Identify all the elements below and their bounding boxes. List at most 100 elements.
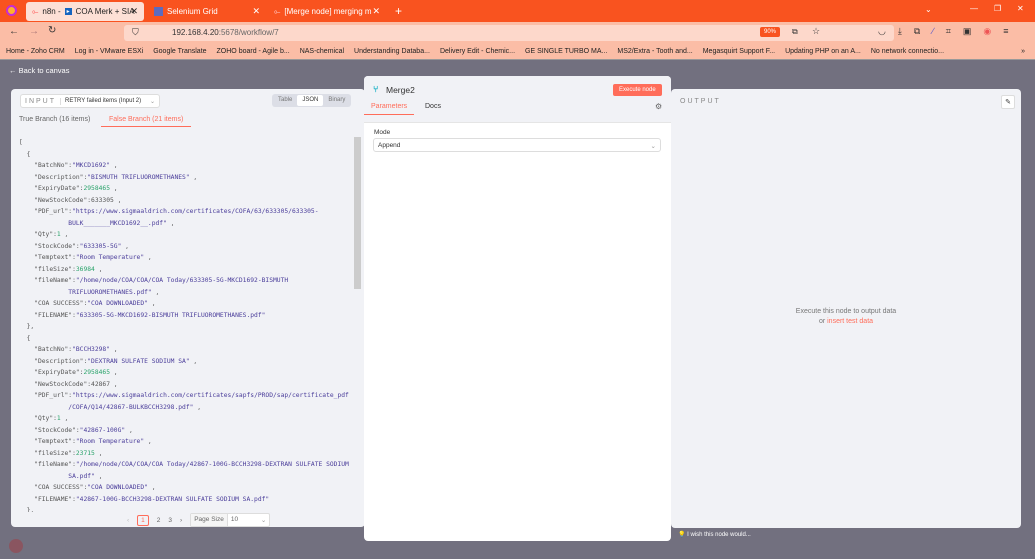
back-icon[interactable]: ← [9, 26, 19, 37]
tab-list-icon[interactable]: ⌄ [925, 5, 932, 14]
page-2[interactable]: 2 [157, 517, 161, 524]
json-key: "ExpiryDate": [34, 369, 84, 376]
tab-true-branch[interactable]: True Branch (16 items) [19, 116, 90, 123]
tab-selenium[interactable]: Selenium Grid ✕ [148, 2, 266, 21]
close-window-icon[interactable]: ✕ [1017, 4, 1024, 13]
json-value: 1 [56, 415, 61, 422]
bookmark[interactable]: MS2/Extra - Tooth and... [617, 48, 692, 55]
tab-label: [Merge node] merging multiple [284, 7, 372, 16]
reload-icon[interactable]: ↻ [48, 25, 56, 36]
tab-parameters[interactable]: Parameters [364, 102, 415, 115]
minimize-icon[interactable]: — [970, 4, 978, 13]
json-bracket: [ [19, 139, 23, 146]
tab-n8n[interactable]: ⟜ n8n - ▸ COA Merk + SIA ✕ [26, 2, 144, 21]
pen-icon[interactable]: ∕ [932, 26, 934, 37]
bookmark[interactable]: Log in - VMware ESXi [75, 48, 143, 55]
close-tab-icon[interactable]: ✕ [252, 6, 260, 17]
json-line: "Qty":1 , [34, 415, 69, 422]
bookmark[interactable]: NAS-chemical [300, 48, 344, 55]
json-value: 42867 [91, 380, 111, 388]
record-icon[interactable]: ◉ [983, 26, 991, 37]
insert-test-data-link[interactable]: insert test data [827, 318, 873, 325]
browser-tab-bar: ⟜ n8n - ▸ COA Merk + SIA ✕ Selenium Grid ✕ ⟜… [0, 0, 1035, 22]
more-bookmarks-icon[interactable]: » [1021, 48, 1025, 55]
gear-icon[interactable]: ⚙ [655, 102, 662, 111]
json-key: "fileName": [34, 277, 76, 284]
json-value: "https://www.sigmaaldrich.com/certificat… [72, 208, 319, 215]
page-1[interactable]: 1 [137, 514, 149, 526]
bookmark[interactable]: GE SINGLE TURBO MA... [525, 48, 607, 55]
close-tab-icon[interactable]: ✕ [372, 6, 380, 17]
edit-output-button[interactable]: ✎ [1001, 95, 1015, 109]
json-line: "Qty":1 , [34, 231, 69, 238]
bookmark-star-icon[interactable]: ☆ [812, 26, 820, 37]
json-value: "42867-100G" [79, 426, 126, 434]
bookmark[interactable]: Megasquirt Support F... [703, 48, 775, 55]
new-tab-icon[interactable]: + [395, 4, 402, 18]
download-icon[interactable]: ⤓ [898, 26, 902, 37]
view-json[interactable]: JSON [297, 95, 324, 106]
json-key: "Temptext": [34, 438, 76, 445]
json-line: "fileName":"/home/node/COA/COA/COA Today… [19, 459, 349, 471]
pagination: ‹ 1 2 3 › Page Size 10 ⌄ [127, 513, 271, 527]
node-title[interactable]: Merge2 [386, 85, 415, 95]
json-key: "PDF_url": [34, 208, 73, 215]
bookmark[interactable]: Understanding Databa... [354, 48, 430, 55]
pocket-icon[interactable]: ◡ [878, 26, 886, 37]
next-page-icon[interactable]: › [180, 517, 182, 524]
json-value: "42867-100G-BCCH3298-DEXTRAN SULFATE SOD… [75, 495, 270, 503]
bookmark[interactable]: Updating PHP on an A... [785, 48, 861, 55]
json-key: "fileName": [34, 461, 76, 468]
json-key: "COA SUCCESS": [34, 484, 88, 491]
bookmark[interactable]: Delivery Edit - Chemic... [440, 48, 515, 55]
execute-node-button[interactable]: Execute node [613, 84, 662, 96]
chevron-down-icon: ⌄ [650, 143, 656, 150]
view-table[interactable]: Table [273, 95, 297, 106]
n8n-logo-icon [9, 539, 23, 553]
zoom-badge[interactable]: 90% [760, 27, 781, 37]
json-line: "BatchNo":"BCCH3298" , [34, 346, 118, 353]
feedback-text: I wish this node would... [687, 532, 751, 538]
view-binary[interactable]: Binary [323, 95, 350, 106]
prev-page-icon[interactable]: ‹ [127, 517, 129, 524]
mode-select[interactable]: Append ⌄ [373, 138, 661, 152]
tab-merge-node[interactable]: ⟜[Merge node] merging multiple✕ [268, 2, 386, 21]
tab-docs[interactable]: Docs [425, 103, 441, 110]
drag-handle[interactable]: ⠿⠿ [506, 76, 536, 79]
merge-icon: ⑂ [373, 84, 379, 94]
bookmark[interactable]: ZOHO board - Agile b... [217, 48, 290, 55]
bookmark[interactable]: No network connectio... [871, 48, 944, 55]
json-line: SA.pdf" , [68, 472, 103, 480]
json-value: "COA DOWNLOADED" [87, 484, 148, 491]
json-value: "COA DOWNLOADED" [87, 300, 148, 307]
firefox-icon [6, 5, 17, 16]
input-selector[interactable]: INPUT RETRY failed items (Input 2) ⌄ [20, 94, 160, 108]
crop-icon[interactable]: ⌗ [946, 26, 951, 37]
extension-icon[interactable]: ▣ [963, 26, 972, 37]
menu-icon[interactable]: ≡ [1003, 26, 1008, 37]
translate-icon[interactable]: ⧉ [792, 27, 798, 37]
translate-ext-icon[interactable]: ⧉ [914, 26, 920, 37]
json-key: "StockCode": [34, 242, 80, 250]
json-line: "NewStockCode":633305 , [34, 196, 122, 204]
tab-false-branch[interactable]: False Branch (21 items) [101, 114, 192, 127]
empty-text: Execute this node to output data [795, 308, 897, 315]
back-to-canvas-button[interactable]: ← Back to canvas [9, 66, 69, 75]
view-toggle: Table JSON Binary [272, 94, 352, 107]
page-3[interactable]: 3 [168, 517, 172, 524]
node-header: ⑂ Merge2 Execute node Parameters Docs ⚙ [364, 76, 671, 123]
maximize-icon[interactable]: ❐ [994, 4, 1001, 13]
scrollbar[interactable] [354, 137, 361, 289]
feedback-link[interactable]: 💡 I wish this node would... [678, 531, 751, 538]
page-size-value: 10 [230, 516, 239, 523]
page-size-select[interactable]: Page Size 10 ⌄ [190, 513, 271, 527]
json-items: { "BatchNo":"MKCD1692" , "Description":"… [19, 149, 349, 513]
bookmark[interactable]: Google Translate [153, 48, 206, 55]
json-value: 1 [56, 231, 61, 238]
bookmark[interactable]: Home - Zoho CRM [6, 48, 65, 55]
json-key: "Qty": [34, 415, 57, 422]
url-bar[interactable]: ⛉ 192.168.4.20:5678/workflow/7 90% ⧉ ☆ [124, 25, 894, 41]
forward-icon[interactable]: → [29, 26, 39, 37]
close-tab-icon[interactable]: ✕ [130, 6, 138, 17]
json-key: "BatchNo": [34, 162, 73, 169]
